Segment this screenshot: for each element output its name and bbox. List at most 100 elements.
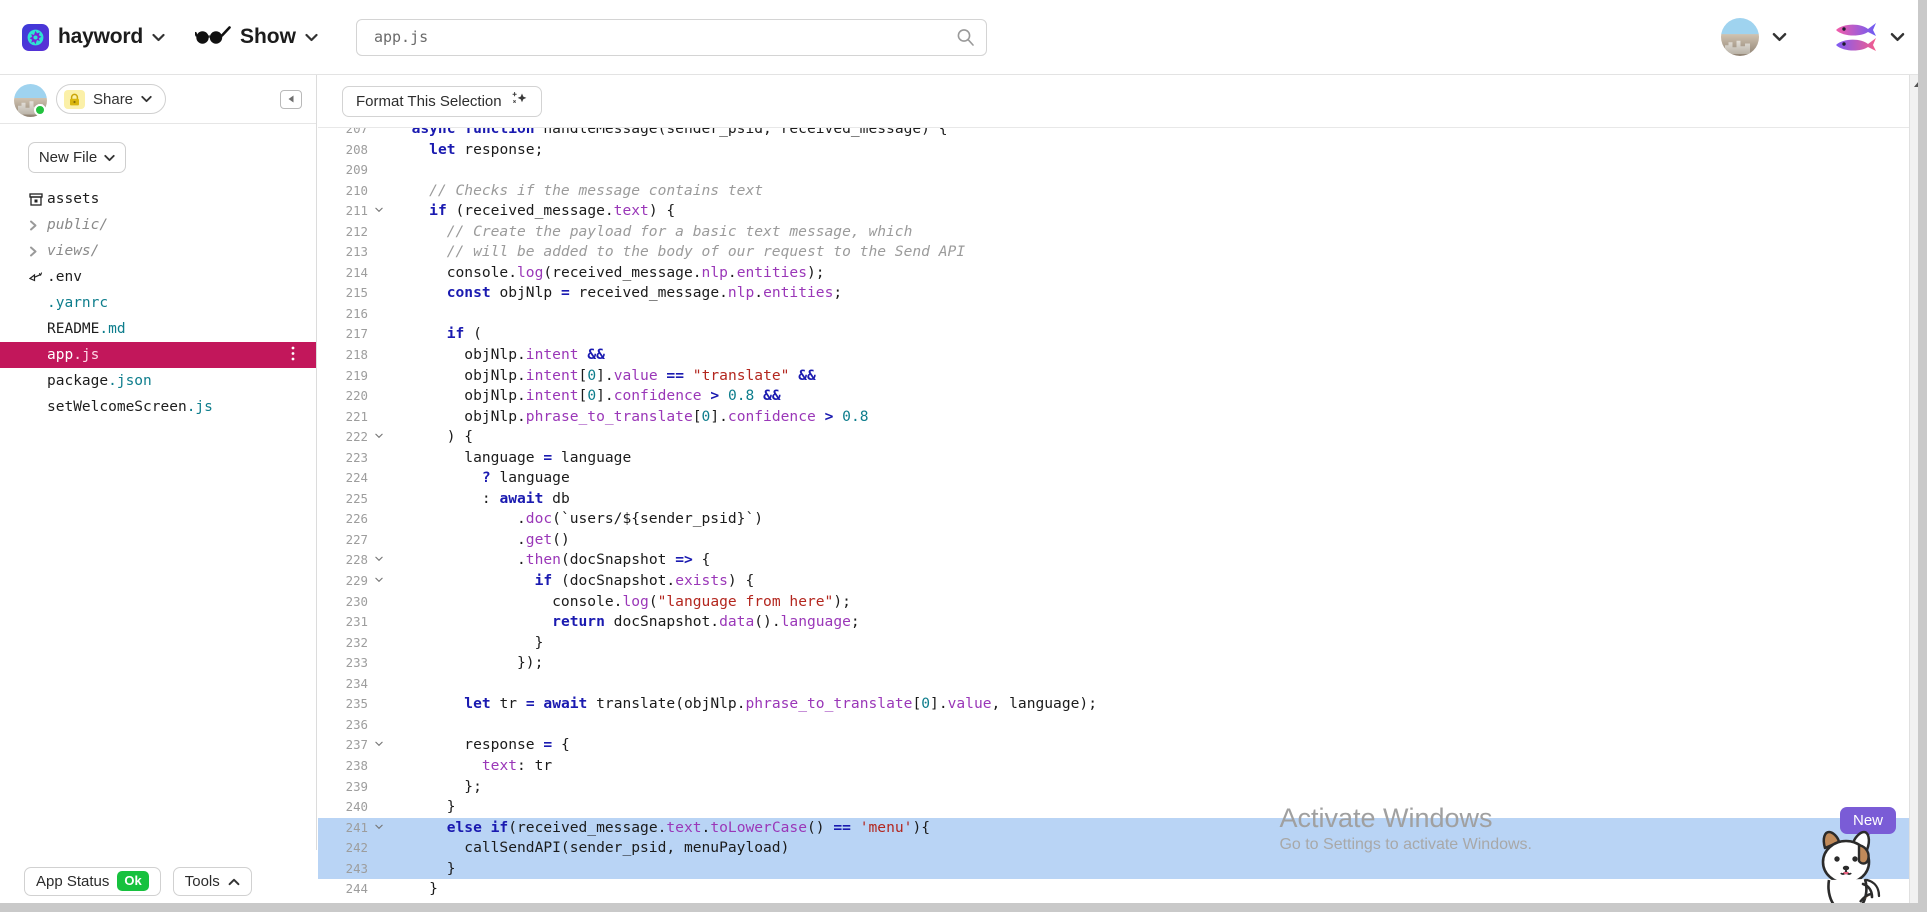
code-line[interactable]: 233 }); <box>318 653 1927 674</box>
code-line[interactable]: 241 else if(received_message.text.toLowe… <box>318 817 1927 839</box>
code-line[interactable]: 214 console.log(received_message.nlp.ent… <box>318 263 1927 284</box>
code-line[interactable]: 240 } <box>318 797 1927 818</box>
code-editor[interactable]: 207 async function handleMessage(sender_… <box>318 127 1927 912</box>
code-line[interactable]: 228 .then(docSnapshot => { <box>318 550 1927 571</box>
code-line[interactable]: 207 async function handleMessage(sender_… <box>318 128 1927 140</box>
code-line[interactable]: 210 // Checks if the message contains te… <box>318 181 1927 202</box>
line-number: 225 <box>345 490 368 506</box>
line-number: 228 <box>345 552 368 568</box>
code-text: // will be added to the body of our requ… <box>394 243 966 261</box>
code-line[interactable]: 231 return docSnapshot.data().language; <box>318 612 1927 633</box>
line-number: 214 <box>345 264 368 280</box>
code-text: } <box>394 880 438 898</box>
code-text: console.log(received_message.nlp.entitie… <box>394 263 825 281</box>
code-text: if (docSnapshot.exists) { <box>534 572 755 590</box>
code-line[interactable]: 232 } <box>318 633 1927 654</box>
code-line[interactable]: 222 ) { <box>318 427 1927 448</box>
line-number: 231 <box>345 614 368 630</box>
chevron-down-icon[interactable] <box>305 33 318 42</box>
code-line[interactable]: 208 let response; <box>318 140 1927 161</box>
share-button[interactable]: Share <box>56 84 167 114</box>
avatar[interactable] <box>1721 18 1759 56</box>
fold-toggle-icon[interactable] <box>372 818 385 839</box>
code-line[interactable]: 213 // will be added to the body of our … <box>318 242 1927 263</box>
code-text: objNlp.intent[0].value == "translate" && <box>394 366 816 384</box>
line-number: 212 <box>345 223 368 239</box>
code-text: // Checks if the message contains text <box>394 181 764 199</box>
fold-toggle-icon[interactable] <box>372 201 385 222</box>
search-bar[interactable] <box>355 18 987 56</box>
code-line[interactable]: 239 }; <box>318 777 1927 798</box>
code-line[interactable]: 234 <box>318 674 1927 695</box>
code-text: } <box>394 859 456 877</box>
code-line[interactable]: 216 <box>318 304 1927 325</box>
file-tree-item[interactable]: .env <box>0 264 316 290</box>
code-line[interactable]: 243 } <box>318 858 1927 880</box>
chevron-down-icon[interactable] <box>1772 32 1787 42</box>
search-input[interactable] <box>355 18 987 56</box>
code-line[interactable]: 229 if (docSnapshot.exists) { <box>318 571 1927 592</box>
format-selection-button[interactable]: Format This Selection <box>342 85 542 117</box>
code-line[interactable]: 225 : await db <box>318 489 1927 510</box>
line-number: 235 <box>345 696 368 712</box>
file-tree-item[interactable]: views/ <box>0 238 316 264</box>
code-line[interactable]: 224 ? language <box>318 468 1927 489</box>
code-line[interactable]: 219 objNlp.intent[0].value == "translate… <box>318 366 1927 387</box>
file-tree-item[interactable]: app.js <box>0 342 316 368</box>
code-line[interactable]: 217 if ( <box>318 324 1927 345</box>
search-icon[interactable] <box>956 28 975 47</box>
code-line[interactable]: 209 <box>318 160 1927 181</box>
line-number: 240 <box>345 799 368 815</box>
code-line[interactable]: 226 .doc(`users/${sender_psid}`) <box>318 509 1927 530</box>
collapse-sidebar-icon[interactable] <box>280 89 302 109</box>
code-line[interactable]: 211 if (received_message.text) { <box>318 201 1927 222</box>
fold-toggle-icon[interactable] <box>372 735 385 756</box>
avatar[interactable] <box>14 83 47 117</box>
tools-button[interactable]: Tools <box>172 866 252 896</box>
code-line[interactable]: 236 <box>318 715 1927 736</box>
line-number: 223 <box>345 449 368 465</box>
code-line[interactable]: 227 .get() <box>318 530 1927 551</box>
code-line[interactable]: 223 language = language <box>318 448 1927 469</box>
share-label: Share <box>93 90 134 108</box>
line-number: 244 <box>345 881 368 897</box>
code-text: objNlp.phrase_to_translate[0].confidence… <box>394 407 869 425</box>
code-line[interactable]: 238 text: tr <box>318 756 1927 777</box>
window-edge-right <box>1918 0 1927 912</box>
code-line[interactable]: 237 response = { <box>318 735 1927 756</box>
code-line[interactable]: 230 console.log("language from here"); <box>318 592 1927 613</box>
line-number: 209 <box>345 162 368 178</box>
file-tree-item[interactable]: setWelcomeScreen.js <box>0 394 316 420</box>
code-line[interactable]: 215 const objNlp = received_message.nlp.… <box>318 283 1927 304</box>
code-line[interactable]: 235 let tr = await translate(objNlp.phra… <box>318 694 1927 715</box>
kebab-menu-icon[interactable] <box>291 346 295 364</box>
file-tree-item[interactable]: assets <box>0 186 316 212</box>
file-name: assets <box>47 191 100 207</box>
file-tree-item[interactable]: README.md <box>0 316 316 342</box>
file-tree-item[interactable]: package.json <box>0 368 316 394</box>
brand-group[interactable]: hayword <box>22 23 165 51</box>
code-line[interactable]: 218 objNlp.intent && <box>318 345 1927 366</box>
fish-logo-icon[interactable] <box>1833 21 1877 54</box>
chevron-down-icon[interactable] <box>1890 32 1905 42</box>
chevron-down-icon <box>104 149 115 166</box>
app-status-button[interactable]: App Status Ok <box>24 866 161 896</box>
fold-toggle-icon[interactable] <box>372 550 385 571</box>
code-line[interactable]: 221 objNlp.phrase_to_translate[0].confid… <box>318 407 1927 428</box>
line-number: 221 <box>345 408 368 424</box>
code-line[interactable]: 244 } <box>318 879 1927 900</box>
dog-mascot-icon[interactable] <box>1797 814 1893 910</box>
code-line[interactable]: 220 objNlp.intent[0].confidence > 0.8 && <box>318 386 1927 407</box>
file-tree-item[interactable]: .yarnrc <box>0 290 316 316</box>
new-file-button[interactable]: New File <box>28 142 126 173</box>
code-line[interactable]: 212 // Create the payload for a basic te… <box>318 222 1927 243</box>
fold-toggle-icon[interactable] <box>372 571 385 592</box>
chevron-down-icon[interactable] <box>152 33 165 42</box>
show-menu[interactable]: Show <box>194 25 318 50</box>
file-tree-item[interactable]: public/ <box>0 212 316 238</box>
fold-toggle-icon[interactable] <box>372 427 385 448</box>
line-number: 226 <box>345 511 368 527</box>
folder-name: views/ <box>47 243 100 259</box>
code-text: language = language <box>394 448 632 466</box>
code-line[interactable]: 242 callSendAPI(sender_psid, menuPayload… <box>318 838 1927 859</box>
